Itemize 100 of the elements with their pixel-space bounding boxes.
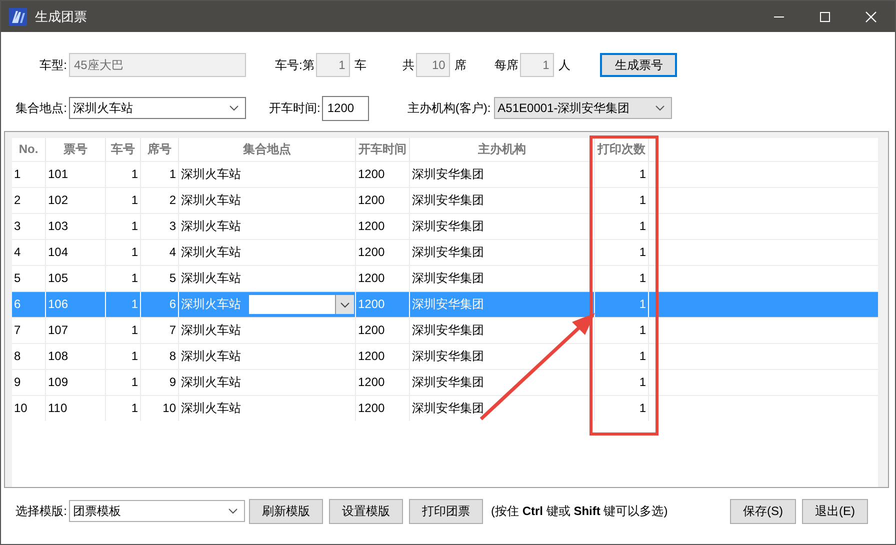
table-cell: 1: [595, 214, 649, 239]
column-header[interactable]: 打印次数: [595, 138, 649, 161]
chevron-icon: [654, 105, 665, 111]
table-cell: 深圳火车站: [179, 240, 356, 265]
meeting-point-dropdown[interactable]: 深圳火车站: [69, 97, 246, 119]
total-seats-field[interactable]: 10: [416, 53, 450, 77]
table-row[interactable]: 10 110 1 10 深圳火车站 1200 深圳安华集团 1: [12, 395, 878, 421]
table-cell: 1200: [356, 240, 410, 265]
table-cell: 深圳火车站: [179, 370, 356, 395]
total-label: 共: [402, 56, 414, 74]
table-cell: 1: [106, 370, 141, 395]
table-cell: 6: [141, 292, 179, 317]
table-cell: 1200: [356, 188, 410, 213]
table-row[interactable]: 8 108 1 8 深圳火车站 1200 深圳安华集团 1: [12, 343, 878, 369]
table-cell: 深圳安华集团: [410, 162, 595, 187]
table-cell: 1: [106, 214, 141, 239]
table-cell: 1200: [356, 370, 410, 395]
table-row[interactable]: 3 103 1 3 深圳火车站 1200 深圳安华集团 1: [12, 213, 878, 239]
chevron-icon: [228, 508, 238, 514]
vehicle-type-field[interactable]: 45座大巴: [69, 53, 246, 77]
table-cell: 3: [12, 214, 46, 239]
table-row[interactable]: 9 109 1 9 深圳火车站 1200 深圳安华集团 1: [12, 369, 878, 395]
organizer-label: 主办机构(客户):: [407, 100, 491, 116]
departure-time-field[interactable]: 1200: [322, 96, 370, 120]
column-header[interactable]: 车号: [106, 138, 141, 161]
template-label: 选择模版:: [15, 502, 67, 520]
table-cell: 1200: [356, 396, 410, 421]
chevron-icon: [340, 302, 350, 308]
exit-button[interactable]: 退出(E): [802, 498, 868, 524]
unit-label: 车: [354, 56, 366, 74]
table-cell: 7: [12, 318, 46, 343]
car-number-label: 车号:第: [275, 56, 314, 74]
table-cell: 深圳火车站: [179, 396, 356, 421]
column-header[interactable]: No.: [12, 138, 46, 161]
table-cell: 深圳安华集团: [410, 370, 595, 395]
table-cell: 1: [595, 240, 649, 265]
column-header[interactable]: 票号: [46, 138, 106, 161]
table-cell: 1: [595, 370, 649, 395]
table-cell: 1200: [356, 162, 410, 187]
table-cell: 10: [141, 396, 179, 421]
column-header[interactable]: 席号: [141, 138, 179, 161]
table-cell: 1200: [356, 344, 410, 369]
table-cell: 深圳火车站: [179, 188, 356, 213]
table-cell: 1: [595, 318, 649, 343]
app-icon: [9, 8, 27, 26]
table-row[interactable]: 4 104 1 4 深圳火车站 1200 深圳安华集团 1: [12, 239, 878, 265]
table-cell: 1200: [356, 292, 410, 317]
table-cell: 1: [595, 162, 649, 187]
departure-time-label: 开车时间:: [269, 100, 320, 116]
toolbar-button[interactable]: 刷新模版: [249, 498, 323, 524]
table-cell: 1: [595, 396, 649, 421]
table-cell: 2: [12, 188, 46, 213]
organizer-dropdown[interactable]: A51E0001-深圳安华集团: [494, 97, 672, 119]
table-cell: 4: [141, 240, 179, 265]
table-cell: 1: [106, 318, 141, 343]
table-cell: 1: [595, 344, 649, 369]
table-row[interactable]: 2 102 1 2 深圳火车站 1200 深圳安华集团 1: [12, 187, 878, 213]
toolbar-button[interactable]: 打印团票: [409, 498, 483, 524]
column-header[interactable]: 集合地点: [179, 138, 356, 161]
chevron-icon: [229, 105, 239, 111]
per-seat-field[interactable]: 1: [520, 53, 554, 77]
generate-button[interactable]: 生成票号: [600, 53, 678, 77]
toolbar-button[interactable]: 设置模版: [329, 498, 403, 524]
table-cell: 4: [12, 240, 46, 265]
table-cell: 110: [46, 396, 106, 421]
car-number-field[interactable]: 1: [316, 53, 350, 77]
table-cell: 101: [46, 162, 106, 187]
maximize-icon[interactable]: [819, 10, 831, 22]
per-seat-label: 每席: [494, 56, 518, 74]
table-cell: 深圳火车站: [179, 214, 356, 239]
table-row[interactable]: 1 101 1 1 深圳火车站 1200 深圳安华集团 1: [12, 161, 878, 187]
table-cell: 深圳安华集团: [410, 214, 595, 239]
table-cell: 1: [141, 162, 179, 187]
table-cell: 104: [46, 240, 106, 265]
table-cell: 1: [106, 188, 141, 213]
column-header[interactable]: 开车时间: [356, 138, 410, 161]
table-cell: 10: [12, 396, 46, 421]
table-cell: 107: [46, 318, 106, 343]
table-cell: 深圳火车站: [179, 318, 356, 343]
table-cell: 6: [12, 292, 46, 317]
table-cell: 深圳安华集团: [410, 396, 595, 421]
table-cell: 1: [106, 396, 141, 421]
table-cell: 3: [141, 214, 179, 239]
window-title: 生成团票: [35, 8, 87, 26]
table-cell: 深圳安华集团: [410, 188, 595, 213]
table-cell: 深圳安华集团: [410, 344, 595, 369]
table-cell: 1: [106, 292, 141, 317]
table-cell: 1: [106, 344, 141, 369]
table-cell: 8: [141, 344, 179, 369]
close-icon[interactable]: [865, 10, 877, 22]
multi-select-hint: (按住 Ctrl 键或 Shift 键可以多选): [491, 502, 668, 520]
table-cell: 7: [141, 318, 179, 343]
table-cell: 9: [141, 370, 179, 395]
column-header[interactable]: 主办机构: [410, 138, 595, 161]
template-dropdown[interactable]: 团票模板: [69, 500, 245, 522]
table-cell: 1200: [356, 214, 410, 239]
table-cell: 1200: [356, 318, 410, 343]
table-cell: 深圳火车站: [179, 162, 356, 187]
table-cell: 1: [595, 188, 649, 213]
save-button[interactable]: 保存(S): [730, 498, 796, 524]
